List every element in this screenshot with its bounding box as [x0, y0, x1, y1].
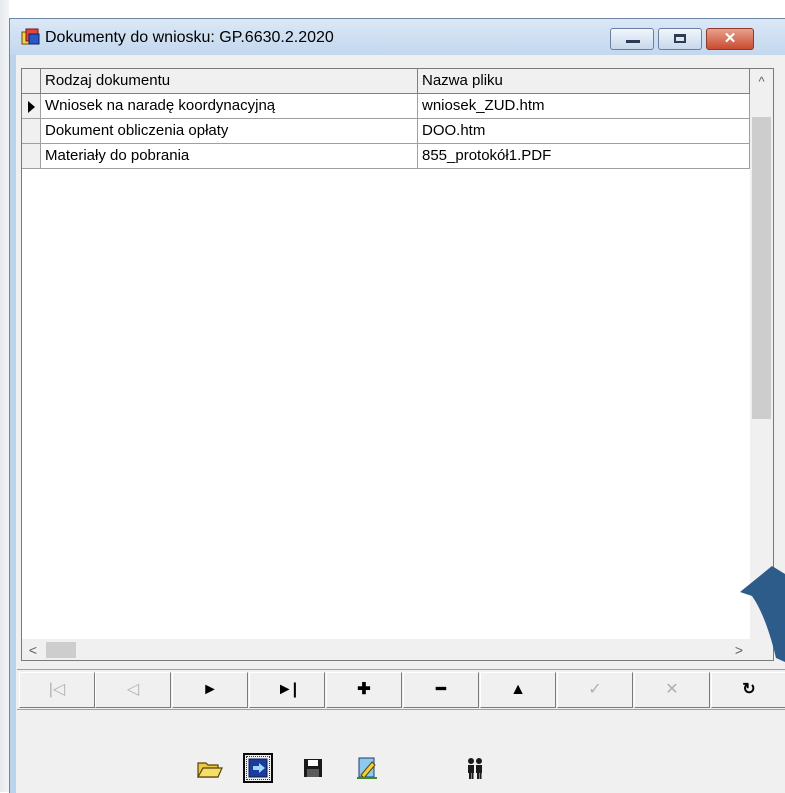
save-icon [304, 759, 322, 777]
column-header-file-name[interactable]: Nazwa pliku [418, 69, 750, 94]
file-name-cell[interactable]: wniosek_ZUD.htm [418, 94, 750, 119]
pointer-arrow-annotation-icon [740, 566, 785, 662]
next-record-button[interactable]: ► [172, 672, 248, 708]
close-icon: ✕ [723, 30, 737, 47]
edit-document-icon [357, 757, 377, 779]
users-icon [468, 758, 482, 779]
file-name-cell[interactable]: DOO.htm [418, 119, 750, 144]
scroll-left-arrow-icon[interactable]: < [22, 639, 44, 660]
edit-record-button[interactable]: ▲ [480, 672, 556, 708]
minimize-icon [626, 40, 640, 43]
horizontal-scrollbar[interactable]: < > [22, 639, 750, 660]
vertical-scrollbar[interactable]: ^ [750, 69, 773, 639]
documents-grid[interactable]: Rodzaj dokumentu Nazwa pliku Wniosek na … [21, 68, 774, 661]
checkmark-icon: ✓ [588, 681, 602, 698]
document-type-cell[interactable]: Wniosek na naradę koordynacyjną [41, 94, 418, 119]
save-button[interactable] [298, 753, 328, 783]
prior-record-icon: ◁ [126, 681, 140, 698]
plus-icon: ✚ [357, 681, 371, 698]
documents-window: Dokumenty do wniosku: GP.6630.2.2020 ✕ R… [9, 18, 785, 793]
users-button[interactable] [460, 753, 490, 783]
maximize-icon [674, 34, 686, 43]
row-indicator [22, 144, 41, 169]
edit-document-button[interactable] [352, 753, 382, 783]
minus-icon: ━ [436, 681, 446, 698]
db-navigator: |◁ ◁ ► ►| ✚ ━ ▲ ✓ ✕ ↻ [17, 669, 785, 710]
prior-record-button[interactable]: ◁ [95, 672, 171, 708]
title-bar[interactable]: Dokumenty do wniosku: GP.6630.2.2020 ✕ [10, 19, 785, 55]
up-triangle-icon: ▲ [510, 681, 526, 698]
next-record-icon: ► [202, 681, 218, 698]
file-name-cell[interactable]: 855_protokół1.PDF [418, 144, 750, 169]
table-row[interactable]: Dokument obliczenia opłaty DOO.htm [22, 119, 750, 144]
export-icon [248, 758, 268, 778]
column-header-document-type[interactable]: Rodzaj dokumentu [41, 69, 418, 94]
minimize-button[interactable] [610, 28, 654, 50]
row-indicator [22, 119, 41, 144]
window-shadow [0, 0, 9, 792]
delete-record-button[interactable]: ━ [403, 672, 479, 708]
row-indicator [22, 94, 41, 119]
document-type-cell[interactable]: Materiały do pobrania [41, 144, 418, 169]
window-title: Dokumenty do wniosku: GP.6630.2.2020 [45, 29, 334, 46]
close-button[interactable]: ✕ [706, 28, 754, 50]
current-row-pointer-icon [28, 101, 35, 113]
last-record-icon: ►| [276, 681, 298, 698]
refresh-icon: ↻ [742, 681, 756, 698]
export-button[interactable] [243, 753, 273, 783]
open-folder-button[interactable] [194, 753, 224, 783]
window-client-area: Rodzaj dokumentu Nazwa pliku Wniosek na … [16, 55, 785, 793]
table-row[interactable]: Wniosek na naradę koordynacyjną wniosek_… [22, 94, 750, 119]
header-indicator-cell [22, 69, 41, 94]
insert-record-button[interactable]: ✚ [326, 672, 402, 708]
horizontal-scroll-thumb[interactable] [46, 642, 76, 658]
first-record-icon: |◁ [48, 681, 66, 698]
maximize-button[interactable] [658, 28, 702, 50]
cancel-edit-button[interactable]: ✕ [634, 672, 710, 708]
refresh-button[interactable]: ↻ [711, 672, 785, 708]
documents-app-icon [21, 28, 40, 45]
open-folder-icon [196, 762, 223, 778]
grid-header-row: Rodzaj dokumentu Nazwa pliku [22, 69, 750, 94]
document-type-cell[interactable]: Dokument obliczenia opłaty [41, 119, 418, 144]
post-edit-button[interactable]: ✓ [557, 672, 633, 708]
first-record-button[interactable]: |◁ [19, 672, 95, 708]
scroll-up-arrow-icon[interactable]: ^ [750, 71, 773, 93]
action-toolbar [16, 716, 785, 793]
desktop-background [0, 0, 785, 18]
cancel-x-icon: ✕ [665, 681, 679, 698]
last-record-button[interactable]: ►| [249, 672, 325, 708]
vertical-scroll-thumb[interactable] [752, 117, 771, 419]
table-row[interactable]: Materiały do pobrania 855_protokół1.PDF [22, 144, 750, 169]
